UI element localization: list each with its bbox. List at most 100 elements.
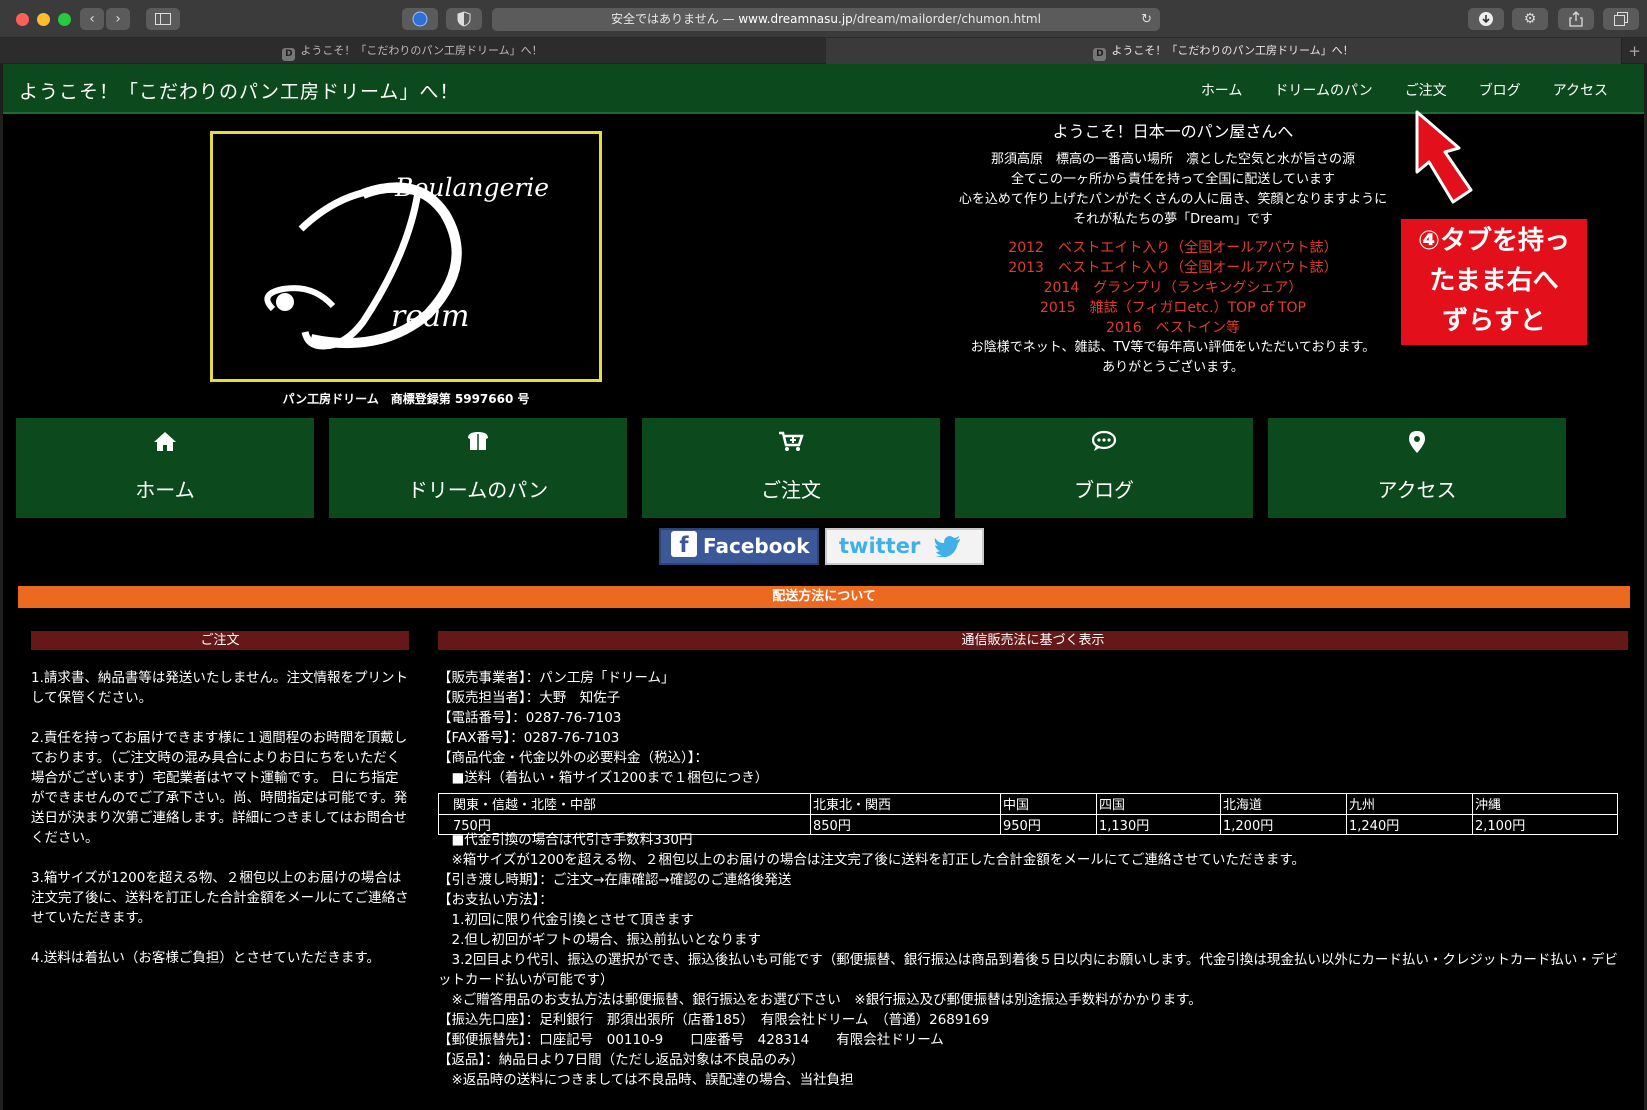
big-button-access[interactable]: アクセス xyxy=(1268,418,1566,518)
address-bar[interactable]: 安全ではありません — www.dreamnasu.jp/dream/mailo… xyxy=(492,8,1160,31)
big-button-label: ブログ xyxy=(1074,478,1134,502)
big-button-label: ドリームのパン xyxy=(407,478,549,502)
order-note: 1.請求書、納品書等は発送いたしません。注文情報をプリントして保管ください。 xyxy=(31,670,408,706)
logo-word-top: Boulangerie xyxy=(394,173,549,202)
top-nav: ホーム ドリームのパン ご注文 ブログ アクセス xyxy=(1201,80,1608,100)
red-arrow-annotation xyxy=(1415,110,1473,204)
big-button-order[interactable]: ご注文 xyxy=(642,418,940,518)
law-line: 【振込先口座】：足利銀行 那須出張所（店番185） 有限会社ドリーム （普通）2… xyxy=(438,1012,990,1028)
law-line: 3.2回目より代引、振込の選択ができ、振込後払いも可能です（郵便振替、銀行振込は… xyxy=(438,952,1618,988)
shield-icon xyxy=(457,11,471,27)
dream-logo: Boulangerie ream xyxy=(210,131,602,382)
twitter-button[interactable]: twitter xyxy=(825,528,984,565)
price-cell: 2,100円 xyxy=(1472,813,1618,835)
big-button-label: ご注文 xyxy=(761,478,821,502)
minimize-window-button[interactable] xyxy=(37,13,50,26)
facebook-button[interactable]: f Facebook xyxy=(659,528,819,565)
award-item: 2016 ベストイン等 xyxy=(1106,320,1240,336)
nav-bread-link[interactable]: ドリームのパン xyxy=(1274,80,1372,100)
tab-title: ようこそ！「こだわりのパン工房ドリーム」へ！ xyxy=(1111,44,1354,57)
site-header: ようこそ！「こだわりのパン工房ドリーム」へ！ ホーム ドリームのパン ご注文 ブ… xyxy=(3,64,1644,114)
region-cell: 関東・信越・北陸・中部 xyxy=(438,793,811,815)
url-security-text: 安全ではありません — xyxy=(611,12,739,26)
big-button-bread[interactable]: ドリームのパン xyxy=(329,418,627,518)
law-line: 【商品代金・代金以外の必要料金（税込）】： xyxy=(438,750,708,766)
extension-button[interactable] xyxy=(402,8,438,30)
favicon: D xyxy=(1093,48,1107,61)
nav-blog-link[interactable]: ブログ xyxy=(1479,80,1521,100)
big-button-home[interactable]: ホーム xyxy=(16,418,314,518)
shipping-rate-table: 関東・信越・北陸・中部 北東北・関西 中国 四国 北海道 九州 沖縄 750円 … xyxy=(438,793,1618,835)
twitter-bird-icon xyxy=(933,536,960,558)
law-section-heading: 通信販売法に基づく表示 xyxy=(438,631,1628,650)
order-section-heading: ご注文 xyxy=(31,631,409,650)
close-window-button[interactable] xyxy=(16,13,29,26)
table-row: 関東・信越・北陸・中部 北東北・関西 中国 四国 北海道 九州 沖縄 xyxy=(438,793,1618,815)
law-line: 【販売事業者】：パン工房「ドリーム」 xyxy=(438,670,675,686)
settings-button[interactable]: ⚙ xyxy=(1512,8,1548,30)
big-button-label: ホーム xyxy=(135,478,195,502)
cart-icon xyxy=(779,431,804,451)
law-details: 【販売事業者】：パン工房「ドリーム」 【販売担当者】：大野 知佐子 【電話番号】… xyxy=(438,668,1628,1090)
shipping-banner: 配送方法について xyxy=(18,586,1630,608)
welcome-line: 心を込めて作り上げたパンがたくさんの人に届き、笑顔となりますように xyxy=(958,192,1388,207)
privacy-button[interactable] xyxy=(446,8,482,30)
closing-line: お陰様でネット、雑誌、TV等で毎年高い評価をいただいております。 xyxy=(970,340,1376,355)
browser-tab-1[interactable]: D ようこそ！「こだわりのパン工房ドリーム」へ！ xyxy=(0,38,825,64)
globe-icon xyxy=(412,11,428,27)
region-cell: 北東北・関西 xyxy=(810,793,1001,815)
url-path: /dream/mailorder/chumon.html xyxy=(852,12,1041,26)
browser-tab-2[interactable]: D ようこそ！「こだわりのパン工房ドリーム」へ！ xyxy=(826,38,1621,64)
law-line: 1.初回に限り代金引換とさせて頂きます xyxy=(438,912,694,928)
download-icon xyxy=(1479,12,1493,26)
welcome-line: 全てこの一ヶ所から責任を持って全国に配送しています xyxy=(1011,172,1335,187)
price-cell: 950円 xyxy=(1000,813,1097,835)
welcome-block: ようこそ！日本一のパン屋さんへ 那須高原 標高の一番高い場所 凛とした空気と水が… xyxy=(933,122,1413,378)
bread-icon xyxy=(468,432,488,450)
share-button[interactable] xyxy=(1558,8,1594,30)
forward-button[interactable]: › xyxy=(106,8,130,30)
tabs-icon xyxy=(1614,12,1628,26)
law-line: 【引き渡し時期】：ご注文→在庫確認→確認のご連絡後発送 xyxy=(438,872,792,888)
price-cell: 850円 xyxy=(810,813,1001,835)
gear-icon: ⚙ xyxy=(1523,11,1537,27)
welcome-line: それが私たちの夢「Dream」です xyxy=(1073,212,1273,227)
order-notes: 1.請求書、納品書等は発送いたしません。注文情報をプリントして保管ください。 2… xyxy=(31,668,409,988)
nav-home-link[interactable]: ホーム xyxy=(1201,80,1243,100)
awards-list: 2012 ベストエイト入り（全国オールアバウト誌） 2013 ベストエイト入り（… xyxy=(933,238,1413,338)
downloads-button[interactable] xyxy=(1468,8,1504,30)
facebook-label: Facebook xyxy=(703,534,810,558)
region-cell: 九州 xyxy=(1346,793,1473,815)
browser-toolbar: ‹ › 安全ではありません — www.dreamnasu.jp/dream/m… xyxy=(0,0,1647,38)
home-icon xyxy=(154,432,176,451)
table-row: 750円 850円 950円 1,130円 1,200円 1,240円 2,10… xyxy=(438,813,1618,835)
tab-overview-button[interactable] xyxy=(1603,8,1639,30)
award-item: 2014 グランプリ（ランキングシェア） xyxy=(1043,280,1303,296)
nav-access-link[interactable]: アクセス xyxy=(1553,80,1608,100)
back-button[interactable]: ‹ xyxy=(80,8,104,30)
region-cell: 中国 xyxy=(1000,793,1097,815)
price-cell: 1,200円 xyxy=(1220,813,1347,835)
order-note: 2.責任を持ってお届けできます様に１週間程のお時間を頂戴しております。（ご注文時… xyxy=(31,730,408,846)
region-cell: 沖縄 xyxy=(1472,793,1618,815)
share-icon xyxy=(1569,11,1583,27)
law-line: 【販売担当者】：大野 知佐子 xyxy=(438,690,621,706)
chevron-left-icon: ‹ xyxy=(89,11,95,27)
big-button-blog[interactable]: ブログ xyxy=(955,418,1253,518)
sidebar-toggle-button[interactable] xyxy=(146,8,180,30)
price-cell: 1,240円 xyxy=(1346,813,1473,835)
law-line: 【返品】：納品日より7日間（ただし返品対象は不良品のみ） xyxy=(438,1052,805,1068)
new-tab-button[interactable]: + xyxy=(1621,38,1647,64)
region-cell: 四国 xyxy=(1096,793,1221,815)
callout-line: ④タブを持っ xyxy=(1417,226,1570,256)
reload-icon[interactable]: ↻ xyxy=(1141,8,1152,31)
law-line: ※ご贈答用品のお支払方法は郵便振替、銀行振込をお選び下さい ※銀行振込及び郵便振… xyxy=(438,992,1202,1008)
site-title[interactable]: ようこそ！「こだわりのパン工房ドリーム」へ！ xyxy=(19,77,459,104)
logo-word-bottom: ream xyxy=(391,299,469,334)
zoom-window-button[interactable] xyxy=(58,13,71,26)
big-button-label: アクセス xyxy=(1377,478,1457,502)
nav-order-link[interactable]: ご注文 xyxy=(1405,80,1447,100)
map-pin-icon xyxy=(1409,431,1425,453)
callout-line: ずらすと xyxy=(1442,306,1546,336)
law-line: 【FAX番号】：0287-76-7103 xyxy=(438,730,620,746)
